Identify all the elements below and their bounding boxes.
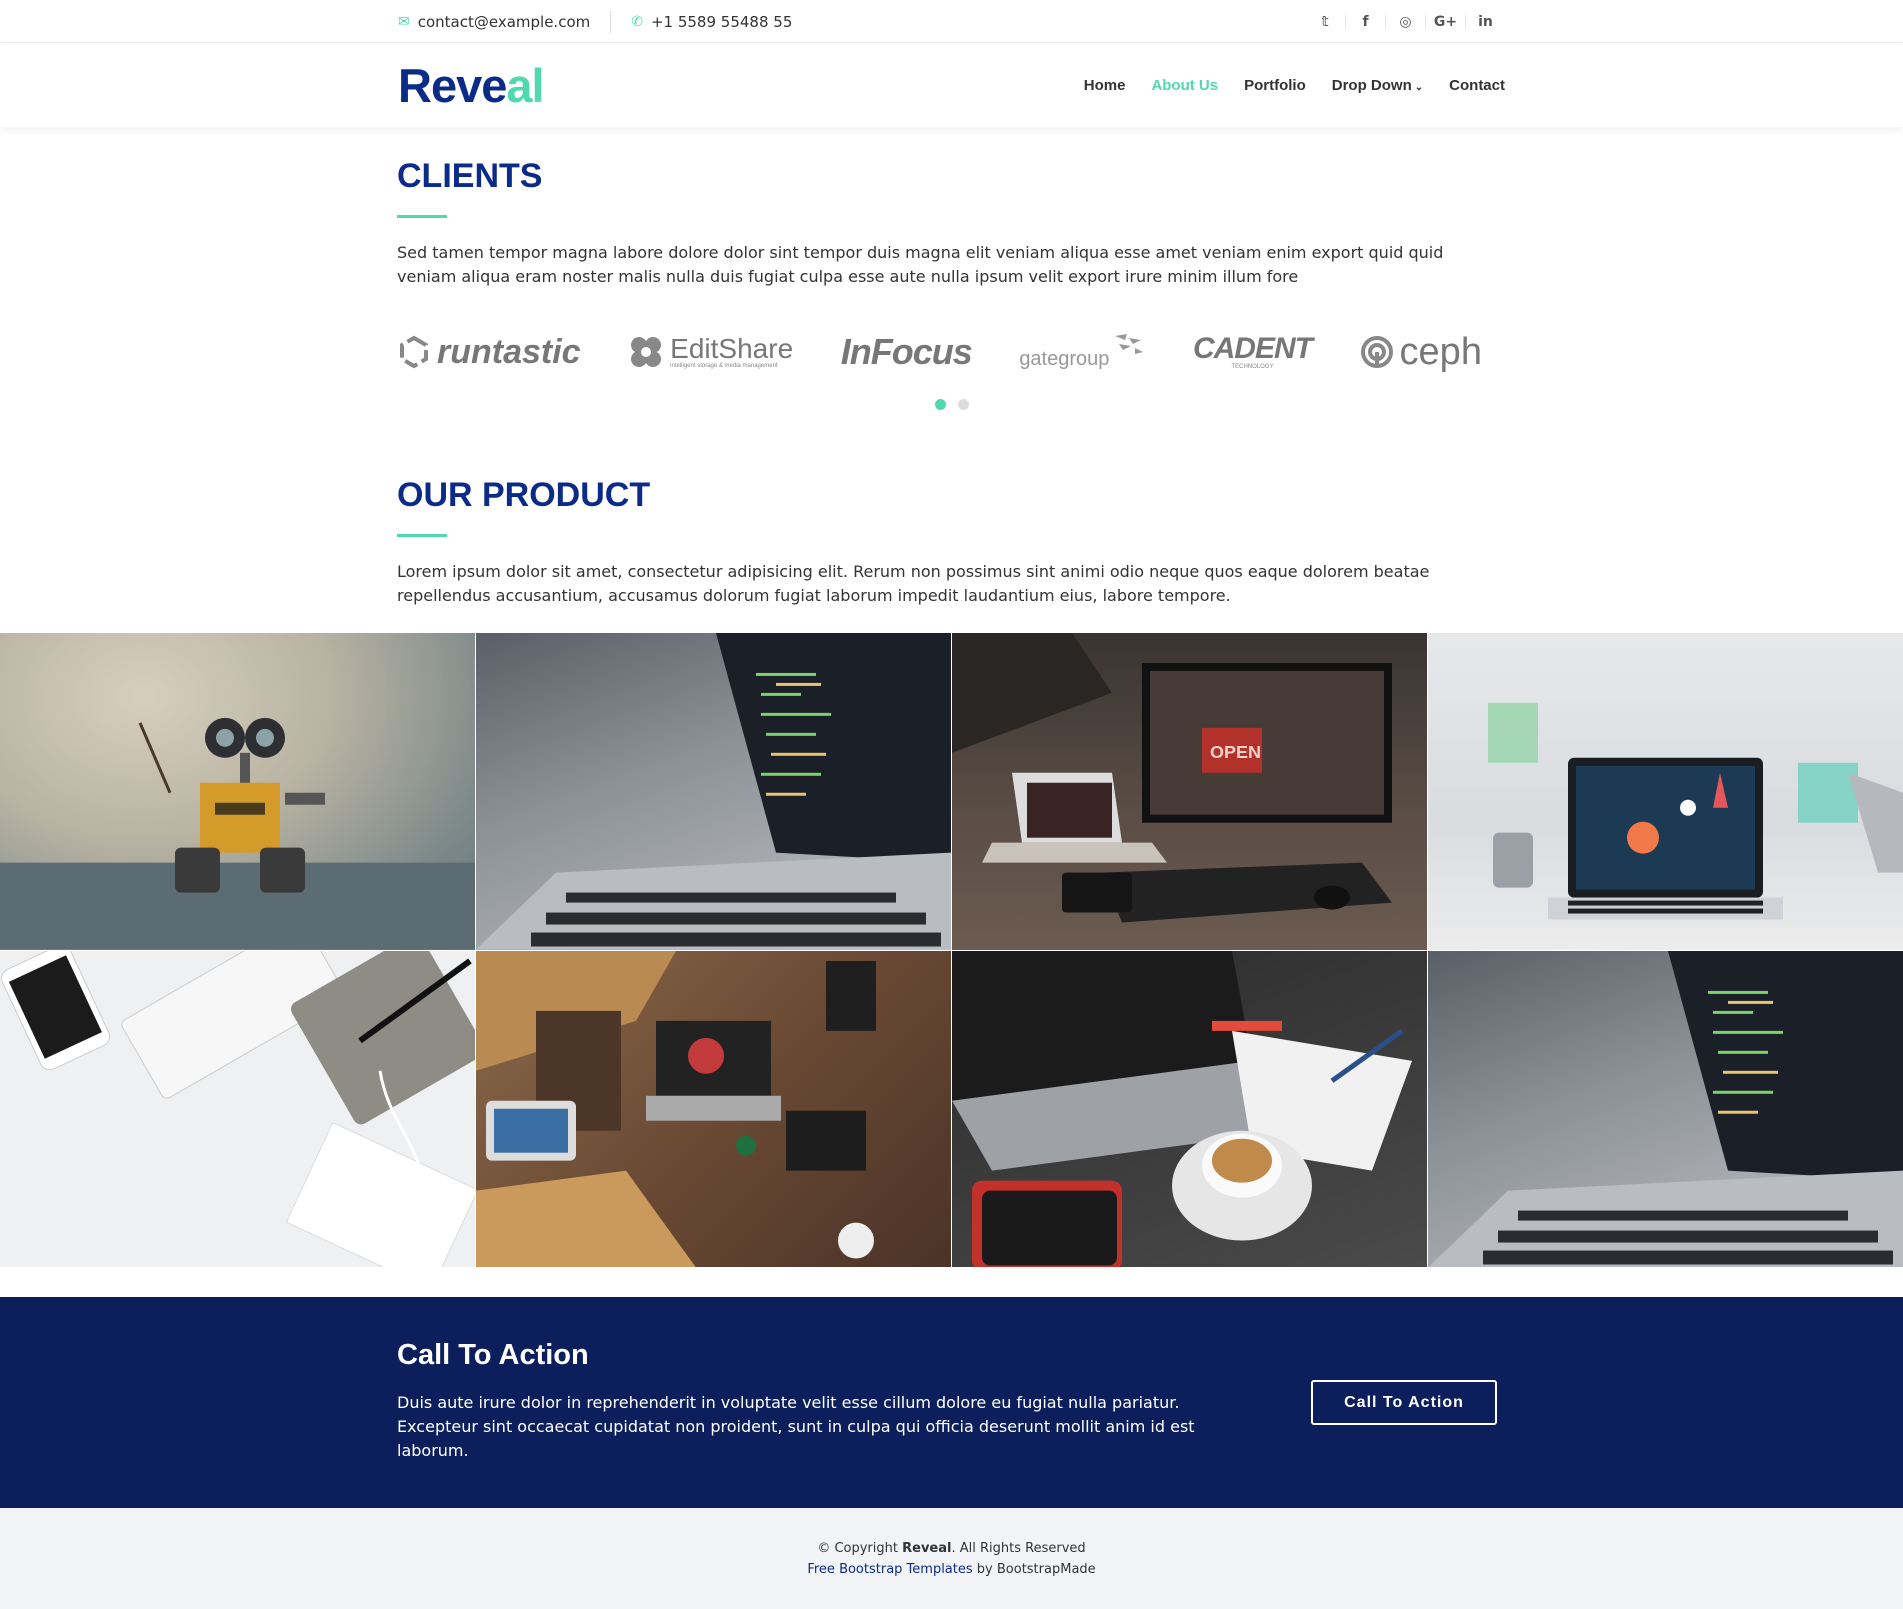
linkedin-icon[interactable]: in bbox=[1465, 14, 1505, 29]
editshare-mark-icon bbox=[631, 337, 662, 367]
credits-by: by BootstrapMade bbox=[972, 1562, 1096, 1577]
robot-photo bbox=[0, 717, 475, 950]
desk-monitor-photo: OPEN bbox=[952, 633, 1392, 923]
product-title: OUR PRODUCT bbox=[397, 476, 651, 514]
gallery-item-laptop-code[interactable] bbox=[476, 633, 951, 950]
copyright-prefix: © Copyright bbox=[817, 1541, 903, 1556]
call-to-action-section: Call To Action Duis aute irure dolor in … bbox=[0, 1297, 1903, 1508]
client-logo-gategroup: gategroup bbox=[1019, 334, 1145, 371]
nav-contact[interactable]: Contact bbox=[1449, 77, 1505, 94]
gallery-item-keyboard-phone[interactable] bbox=[0, 950, 475, 1267]
carousel-dot-2[interactable] bbox=[958, 399, 969, 410]
carousel-dot-1[interactable] bbox=[935, 399, 946, 410]
cta-title: Call To Action bbox=[397, 1339, 589, 1371]
clients-section: CLIENTS Sed tamen tempor magna labore do… bbox=[397, 157, 1507, 289]
instagram-icon[interactable]: ◎ bbox=[1385, 14, 1425, 29]
gallery-item-robot[interactable] bbox=[0, 633, 475, 950]
workspace-desk-photo bbox=[476, 950, 876, 1267]
site-footer: © Copyright Reveal. All Rights Reserved … bbox=[0, 1508, 1903, 1609]
free-templates-link[interactable]: Free Bootstrap Templates bbox=[807, 1562, 972, 1577]
client-name: gategroup bbox=[1019, 347, 1110, 370]
clients-title: CLIENTS bbox=[397, 157, 543, 195]
title-underline bbox=[397, 534, 447, 537]
coffee-laptop-photo bbox=[952, 950, 1412, 1267]
laptop-code-photo bbox=[476, 633, 951, 950]
clients-carousel: runtastic EditShare intelligent storage … bbox=[397, 326, 1482, 378]
client-sublabel: intelligent storage & media management bbox=[670, 363, 778, 369]
contact-phone[interactable]: ✆ +1 5589 55488 55 bbox=[631, 13, 792, 31]
divider bbox=[610, 10, 612, 33]
product-description: Lorem ipsum dolor sit amet, consectetur … bbox=[397, 562, 1430, 605]
nav-drop-down[interactable]: Drop Down ⌄ bbox=[1332, 77, 1423, 94]
contact-email[interactable]: ✉ contact@example.com bbox=[398, 13, 590, 31]
gallery-item-laptop-dashboard[interactable] bbox=[1428, 633, 1903, 950]
google-plus-icon[interactable]: G+ bbox=[1425, 14, 1465, 29]
gategroup-mark-icon bbox=[1115, 334, 1144, 354]
keyboard-phone-photo bbox=[1, 950, 475, 1267]
gallery-item-desk-monitor[interactable]: OPEN bbox=[952, 633, 1427, 950]
logo-accent: al bbox=[506, 58, 544, 112]
open-sign-text: OPEN bbox=[1210, 742, 1261, 762]
ceph-mark-icon bbox=[1360, 336, 1393, 368]
phone-text: +1 5589 55488 55 bbox=[650, 12, 793, 31]
twitter-icon[interactable]: 𝕥 bbox=[1305, 15, 1345, 29]
main-nav: Home About Us Portfolio Drop Down ⌄ Conta… bbox=[1084, 77, 1505, 94]
top-bar: ✉ contact@example.com ✆ +1 5589 55488 55… bbox=[0, 0, 1903, 43]
product-gallery: OPEN bbox=[0, 633, 1903, 1267]
client-name: ceph bbox=[1399, 330, 1482, 373]
chevron-down-icon: ⌄ bbox=[1414, 81, 1424, 93]
site-header: Reveal Home About Us Portfolio Drop Down… bbox=[0, 43, 1903, 127]
nav-portfolio[interactable]: Portfolio bbox=[1244, 77, 1306, 94]
nav-drop-down-label: Drop Down bbox=[1331, 76, 1412, 94]
clients-description: Sed tamen tempor magna labore dolore dol… bbox=[397, 243, 1444, 286]
credits-line: Free Bootstrap Templates by BootstrapMad… bbox=[0, 1562, 1903, 1577]
client-logo-ceph: ceph bbox=[1360, 331, 1482, 374]
client-name: runtastic bbox=[437, 332, 581, 371]
client-name: EditShare bbox=[670, 333, 794, 364]
gallery-item-laptop-code-2[interactable] bbox=[1428, 950, 1903, 1267]
facebook-icon[interactable]: f bbox=[1345, 14, 1385, 29]
nav-home[interactable]: Home bbox=[1084, 77, 1126, 94]
cta-button[interactable]: Call To Action bbox=[1311, 1380, 1497, 1425]
gallery-item-workspace[interactable] bbox=[476, 950, 951, 1267]
client-logo-runtastic: runtastic bbox=[397, 333, 581, 372]
copyright-suffix: . All Rights Reserved bbox=[951, 1541, 1086, 1556]
client-name: CADENT bbox=[1192, 332, 1313, 365]
nav-about-us[interactable]: About Us bbox=[1151, 77, 1218, 94]
client-logo-editshare: EditShare intelligent storage & media ma… bbox=[628, 334, 793, 370]
client-logo-cadent: CADENT TECHNOLOGY bbox=[1192, 332, 1313, 371]
client-logo-infocus: InFocus bbox=[840, 331, 973, 373]
copyright-line: © Copyright Reveal. All Rights Reserved bbox=[0, 1541, 1903, 1556]
email-text: contact@example.com bbox=[417, 12, 591, 31]
client-name: InFocus bbox=[840, 331, 973, 372]
logo-main: Reve bbox=[398, 58, 507, 112]
phone-icon: ✆ bbox=[631, 13, 643, 30]
cta-text: Duis aute irure dolor in reprehenderit i… bbox=[397, 1393, 1195, 1460]
title-underline bbox=[397, 215, 447, 218]
social-links: 𝕥 f ◎ G+ in bbox=[1305, 14, 1505, 29]
site-logo[interactable]: Reveal bbox=[398, 58, 545, 113]
laptop-code-photo-2 bbox=[1428, 950, 1903, 1267]
carousel-pagination bbox=[935, 399, 969, 410]
envelope-icon: ✉ bbox=[398, 13, 410, 30]
product-section: OUR PRODUCT Lorem ipsum dolor sit amet, … bbox=[397, 476, 1507, 608]
laptop-dashboard-photo bbox=[1488, 702, 1903, 920]
footer-brand: Reveal bbox=[902, 1541, 952, 1556]
runtastic-mark-icon bbox=[400, 335, 428, 369]
client-sublabel: TECHNOLOGY bbox=[1231, 364, 1274, 370]
gallery-item-coffee-laptop[interactable] bbox=[952, 950, 1427, 1267]
